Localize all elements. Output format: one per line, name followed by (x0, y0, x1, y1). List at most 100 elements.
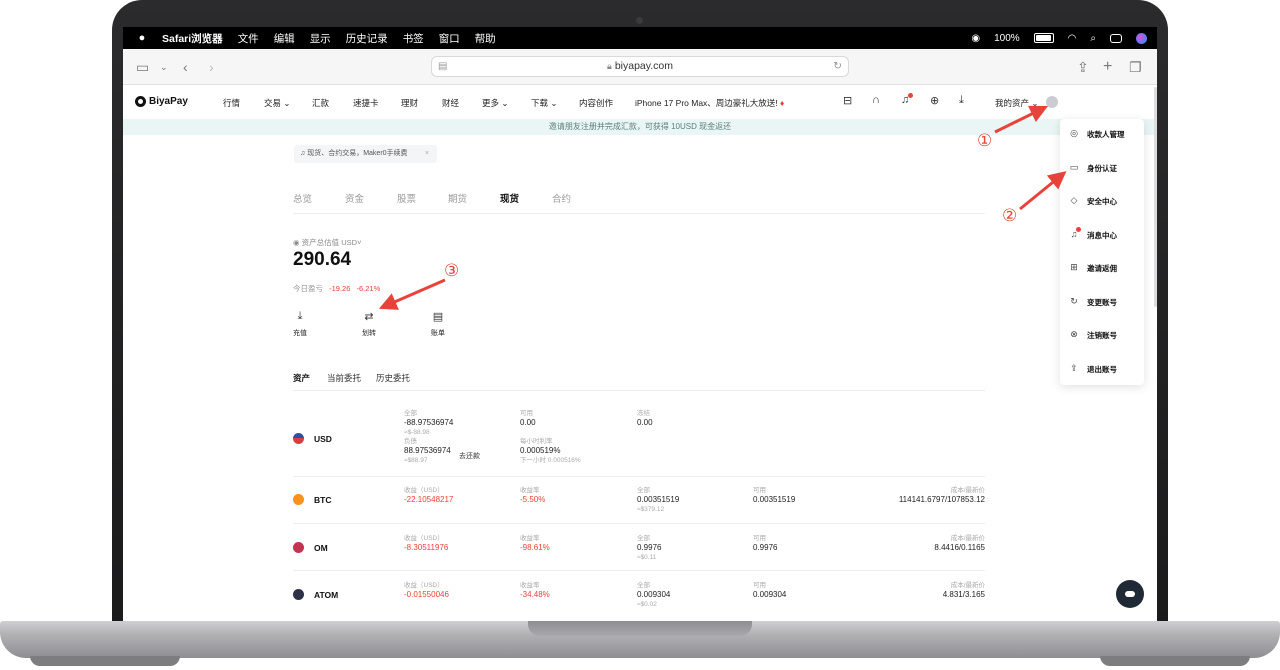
repay-link[interactable]: 去还款 (459, 451, 480, 461)
scrollbar[interactable] (1154, 87, 1157, 307)
apple-icon[interactable]: ● (135, 32, 149, 44)
bill-button[interactable]: ▤ 账单 (418, 310, 458, 338)
site-navbar: BiyaPay 行情 交易 ⌄ 汇款 速捷卡 理财 财经 更多 ⌄ 下载 ⌄ 内… (123, 85, 1157, 119)
lock-icon: 🔒︎ (607, 61, 612, 71)
tab-order-history[interactable]: 历史委托 (376, 372, 410, 384)
sidebar-toggle-icon[interactable]: ▭ (136, 58, 149, 76)
label: 收益（USD） (404, 487, 444, 494)
forward-arrow-icon[interactable]: › (209, 58, 214, 76)
eye-icon[interactable]: ◉ (293, 238, 300, 247)
nav-card[interactable]: 速捷卡 (353, 97, 379, 109)
dropdown-item-change-account[interactable]: ↻ 变更账号 (1060, 294, 1144, 310)
avail-value: 0.009304 (753, 590, 787, 599)
nav-remit[interactable]: 汇款 (312, 97, 329, 109)
tab-contract[interactable]: 合约 (552, 191, 571, 205)
profit-value: -0.01550046 (404, 590, 449, 599)
total-sub: ≈$379.12 (637, 506, 665, 513)
tab-funds[interactable]: 资金 (345, 191, 364, 205)
battery-icon[interactable] (1033, 33, 1054, 43)
nav-market[interactable]: 行情 (223, 97, 240, 109)
share-icon[interactable]: ⇪ (1077, 58, 1089, 76)
dropdown-item-messages[interactable]: ♫ 消息中心 (1060, 227, 1144, 243)
back-arrow-icon[interactable]: ‹ (183, 58, 188, 76)
nav-trade[interactable]: 交易 ⌄ (264, 97, 291, 109)
label: 可用 (753, 487, 766, 494)
deposit-button[interactable]: ⤓ 充值 (280, 310, 320, 338)
label: 全部 (404, 410, 417, 417)
spotlight-search-icon[interactable]: ⌕ (1090, 33, 1096, 44)
tab-open-orders[interactable]: 当前委托 (327, 372, 361, 384)
siri-icon[interactable] (1136, 32, 1147, 44)
label: 可用 (753, 582, 766, 589)
total-balance: 290.64 (293, 249, 352, 270)
menu-edit[interactable]: 编辑 (274, 31, 295, 46)
tab-stocks[interactable]: 股票 (397, 191, 416, 205)
tab-spot[interactable]: 现货 (500, 191, 519, 205)
currency-select[interactable]: USD (341, 238, 357, 247)
usd-frozen-cell: 冻结 0.00 (637, 409, 653, 428)
menu-help[interactable]: 帮助 (475, 31, 496, 46)
reload-icon[interactable]: ↻ (833, 57, 842, 76)
dropdown-item-payee[interactable]: ◎ 收款人管理 (1060, 126, 1144, 142)
menu-view[interactable]: 显示 (310, 31, 331, 46)
nav-more-label: 更多 (482, 98, 500, 108)
menu-window[interactable]: 窗口 (439, 31, 460, 46)
rate-value: -34.48% (520, 590, 550, 599)
tab-futures[interactable]: 期货 (448, 191, 467, 205)
nav-download[interactable]: 下载 ⌄ (531, 97, 558, 109)
usd-avail-cell: 可用 0.00 每小时利率 0.000519% 下一小时 0.000516% (520, 409, 581, 465)
dropdown-item-logout[interactable]: ⇪ 退出账号 (1060, 361, 1144, 377)
cost-cell: 成本/最新价 8.4416/0.1165 (934, 534, 985, 553)
wallet-icon[interactable]: ⊟ (843, 94, 852, 107)
user-icon[interactable]: ◉ (971, 33, 980, 44)
nav-finance-news[interactable]: 财经 (442, 97, 459, 109)
globe-icon[interactable]: ⊕ (930, 94, 939, 107)
referral-banner[interactable]: 邀请朋友注册并完成汇款，可获得 10USD 现金返还 (123, 119, 1157, 135)
menu-file[interactable]: 文件 (238, 31, 259, 46)
chevron-down-icon[interactable]: ˅ (357, 238, 361, 247)
transfer-button[interactable]: ⇄ 划转 (349, 310, 389, 338)
my-assets-menu[interactable]: 我的资产 ⌄ (995, 97, 1039, 109)
nav-promo[interactable]: iPhone 17 Pro Max、周边豪礼大放送! ♦ (635, 97, 784, 109)
page-menu-icon[interactable]: ▤ (438, 57, 447, 76)
deposit-label: 充值 (293, 330, 307, 337)
brand-logo[interactable]: BiyaPay (135, 96, 188, 107)
avail-cell: 可用 0.009304 (753, 581, 786, 600)
promo-text: iPhone 17 Pro Max、周边豪礼大放送! (635, 98, 778, 108)
label: 成本/最新价 (950, 535, 985, 542)
avail-cell: 可用 0.9976 (753, 534, 777, 553)
usd-debt: 88.97536974 (404, 446, 451, 455)
dropdown-item-kyc[interactable]: ▭ 身份认证 (1060, 160, 1144, 176)
total-sub: ≈$0.02 (637, 601, 657, 608)
tab-assets[interactable]: 资产 (293, 372, 310, 384)
label: 收益率 (520, 535, 540, 542)
tab-overview-icon[interactable]: ❐ (1129, 58, 1142, 76)
nav-more[interactable]: 更多 ⌄ (482, 97, 509, 109)
divider (293, 390, 985, 391)
dropdown-item-referral[interactable]: ⊞ 邀请返佣 (1060, 260, 1144, 276)
us-flag-icon (293, 433, 304, 444)
battery-percent: 100% (994, 32, 1020, 44)
dropdown-item-close-account[interactable]: ⊗ 注销账号 (1060, 327, 1144, 343)
cost-cell: 成本/最新价 114141.6797/107853.12 (899, 486, 985, 505)
download-icon[interactable]: ⤓ (959, 94, 964, 107)
chat-support-button[interactable] (1116, 580, 1144, 608)
fire-icon: ♦ (780, 98, 785, 108)
control-center-icon[interactable] (1110, 33, 1122, 43)
nav-wealth[interactable]: 理财 (401, 97, 418, 109)
wifi-icon[interactable]: ◠ (1068, 33, 1077, 44)
tab-overview[interactable]: 总览 (293, 191, 312, 205)
headset-icon[interactable]: ∩ (872, 94, 880, 106)
avatar[interactable] (1046, 96, 1058, 108)
menu-bookmarks[interactable]: 书签 (403, 31, 424, 46)
close-icon[interactable]: × (425, 145, 429, 163)
chevron-down-icon[interactable]: ⌄ (160, 58, 168, 76)
address-bar[interactable]: ▤ 🔒︎ biyapay.com ↻ (431, 56, 849, 77)
menu-history[interactable]: 历史记录 (346, 31, 388, 46)
nav-creation[interactable]: 内容创作 (579, 97, 613, 109)
rate-value: -5.50% (520, 495, 546, 504)
dropdown-item-security[interactable]: ◇ 安全中心 (1060, 193, 1144, 209)
new-tab-icon[interactable]: + (1103, 58, 1112, 76)
menu-app-name[interactable]: Safari浏览器 (162, 31, 223, 46)
dropdown-item-label: 身份认证 (1087, 164, 1117, 173)
